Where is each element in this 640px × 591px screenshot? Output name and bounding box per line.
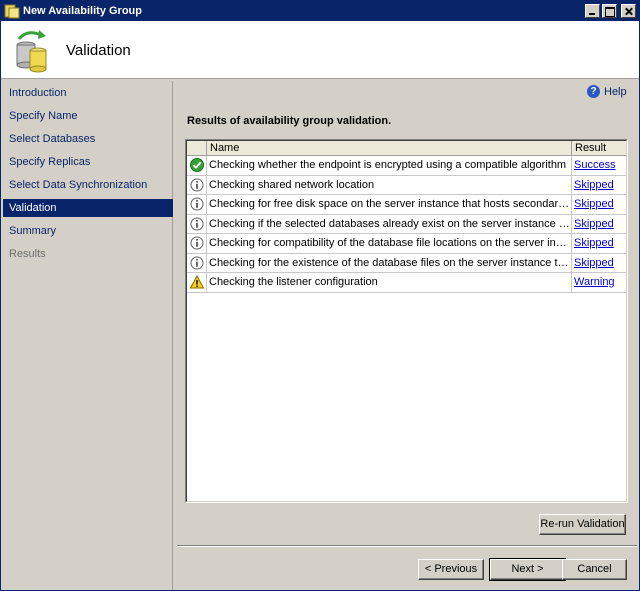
close-button[interactable] xyxy=(621,4,636,18)
table-row[interactable]: Checking if the selected databases alrea… xyxy=(187,214,626,234)
check-name: Checking for compatibility of the databa… xyxy=(207,234,572,253)
footer-separator xyxy=(177,545,637,547)
next-button[interactable]: Next > xyxy=(489,558,566,581)
nav-item-specify-replicas[interactable]: Specify Replicas xyxy=(3,153,173,171)
table-row[interactable]: Checking whether the endpoint is encrypt… xyxy=(187,156,626,176)
validation-results-grid: Name Result Checking whether the endpoin… xyxy=(185,139,628,503)
table-row[interactable]: Checking for free disk space on the serv… xyxy=(187,195,626,215)
page-header: Validation xyxy=(1,21,639,79)
section-title: Results of availability group validation… xyxy=(187,115,392,127)
check-name: Checking for the existence of the databa… xyxy=(207,253,572,273)
check-name: Checking shared network location xyxy=(207,175,572,195)
success-icon xyxy=(190,158,204,172)
wizard-window: New Availability Group Validation Introd… xyxy=(0,0,640,591)
nav-item-results: Results xyxy=(9,248,46,260)
rerun-validation-button[interactable]: Re-run Validation xyxy=(539,514,626,535)
nav-item-select-data-synchronization[interactable]: Select Data Synchronization xyxy=(3,176,173,194)
nav-item-specify-name[interactable]: Specify Name xyxy=(3,107,173,125)
help-label: Help xyxy=(604,85,627,98)
app-icon xyxy=(4,3,20,19)
wizard-nav: Introduction Specify Name Select Databas… xyxy=(3,81,173,590)
grid-header: Name Result xyxy=(187,141,626,156)
check-name: Checking if the selected databases alrea… xyxy=(207,214,572,234)
page-title: Validation xyxy=(66,42,131,59)
info-icon xyxy=(190,236,204,250)
result-link[interactable]: Warning xyxy=(574,276,615,288)
info-icon xyxy=(190,178,204,192)
table-row[interactable]: Checking the listener configuration Warn… xyxy=(187,273,626,293)
window-title: New Availability Group xyxy=(23,5,142,17)
nav-item-introduction[interactable]: Introduction xyxy=(3,84,173,102)
column-header-icon[interactable] xyxy=(187,141,207,156)
maximize-button[interactable] xyxy=(602,4,617,18)
result-link[interactable]: Skipped xyxy=(574,179,614,191)
table-row[interactable]: Checking for the existence of the databa… xyxy=(187,253,626,273)
table-row[interactable]: Checking for compatibility of the databa… xyxy=(187,234,626,254)
nav-item-summary[interactable]: Summary xyxy=(3,222,173,240)
info-icon xyxy=(190,256,204,270)
database-icon xyxy=(13,27,49,73)
column-header-name[interactable]: Name xyxy=(207,141,572,156)
info-icon xyxy=(190,217,204,231)
help-icon: ? xyxy=(587,85,600,98)
minimize-button[interactable] xyxy=(585,4,600,18)
column-header-result[interactable]: Result xyxy=(572,141,626,156)
info-icon xyxy=(190,197,204,211)
result-link[interactable]: Skipped xyxy=(574,237,614,249)
previous-button[interactable]: < Previous xyxy=(418,559,484,580)
help-link[interactable]: ? Help xyxy=(587,85,627,98)
nav-item-validation[interactable]: Validation xyxy=(3,199,173,217)
result-link[interactable]: Skipped xyxy=(574,257,614,269)
nav-item-select-databases[interactable]: Select Databases xyxy=(3,130,173,148)
result-link[interactable]: Skipped xyxy=(574,218,614,230)
result-link[interactable]: Skipped xyxy=(574,198,614,210)
check-name: Checking whether the endpoint is encrypt… xyxy=(207,156,572,175)
warning-icon xyxy=(189,274,205,289)
check-name: Checking the listener configuration xyxy=(207,273,572,292)
window-controls xyxy=(585,4,636,18)
check-name: Checking for free disk space on the serv… xyxy=(207,195,572,214)
table-row[interactable]: Checking shared network location Skipped xyxy=(187,175,626,195)
result-link[interactable]: Success xyxy=(574,159,616,171)
cancel-button[interactable]: Cancel xyxy=(562,559,627,580)
title-bar[interactable]: New Availability Group xyxy=(1,1,639,21)
